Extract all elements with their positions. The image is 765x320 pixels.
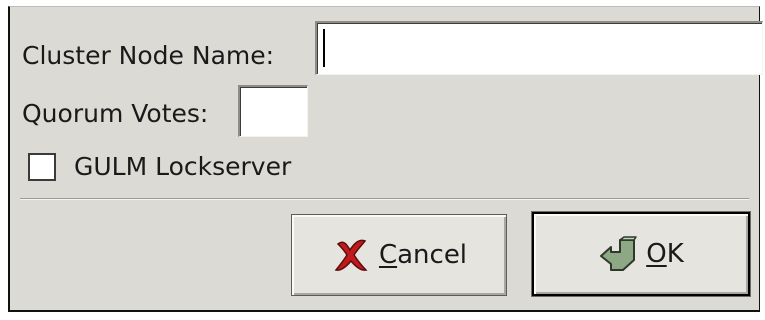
ok-button[interactable]: OK: [532, 212, 750, 296]
cluster-node-name-input[interactable]: [315, 21, 763, 75]
gulm-lockserver-label[interactable]: GULM Lockserver: [74, 152, 291, 182]
cancel-x-icon: [334, 239, 368, 271]
quorum-votes-label: Quorum Votes:: [22, 99, 209, 128]
cluster-node-name-label: Cluster Node Name:: [22, 41, 275, 70]
text-cursor: [323, 29, 325, 67]
quorum-votes-input[interactable]: [238, 85, 308, 137]
cancel-button[interactable]: Cancel: [291, 214, 507, 296]
cluster-node-dialog: Cluster Node Name: Quorum Votes: GULM Lo…: [8, 6, 763, 312]
ok-label: OK: [646, 239, 684, 269]
separator: [20, 198, 749, 200]
cancel-label: Cancel: [378, 240, 468, 270]
gulm-lockserver-checkbox[interactable]: [28, 153, 56, 181]
ok-arrow-icon: [600, 236, 637, 271]
